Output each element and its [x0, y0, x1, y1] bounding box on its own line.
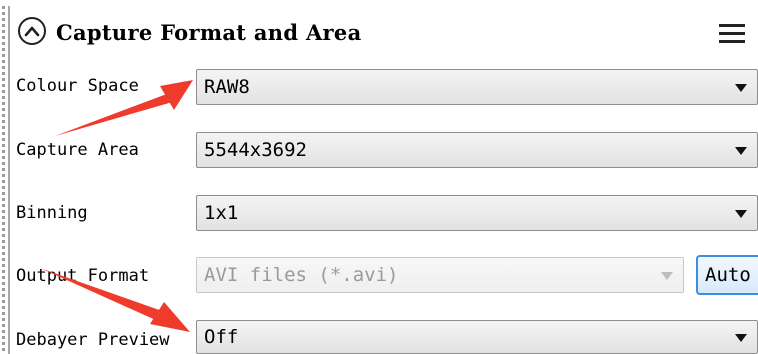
panel-title: Capture Format and Area: [56, 20, 362, 45]
capture-area-label: Capture Area: [16, 140, 139, 160]
debayer-preview-label: Debayer Preview: [16, 330, 170, 350]
dropdown-arrow-icon: [735, 147, 747, 155]
dropdown-arrow-icon: [661, 272, 673, 280]
chevron-up-icon[interactable]: [18, 17, 46, 45]
capture-area-value: 5544x3692: [204, 139, 307, 161]
colour-space-select[interactable]: RAW8: [196, 69, 758, 105]
debayer-preview-select[interactable]: Off: [196, 320, 758, 354]
binning-label: Binning: [16, 203, 88, 223]
capture-area-select[interactable]: 5544x3692: [196, 132, 758, 168]
binning-value: 1x1: [204, 202, 239, 224]
colour-space-label: Colour Space: [16, 76, 139, 96]
panel-left-border: [2, 6, 5, 354]
output-format-label: Output Format: [16, 266, 150, 286]
output-format-select[interactable]: AVI files (*.avi): [196, 257, 684, 293]
output-format-value: AVI files (*.avi): [204, 264, 399, 286]
colour-space-value: RAW8: [204, 76, 250, 98]
dropdown-arrow-icon: [735, 334, 747, 342]
auto-button[interactable]: Auto: [696, 255, 758, 295]
chevron-up-glyph: [24, 26, 40, 37]
panel-left-divider: [8, 6, 10, 354]
binning-select[interactable]: 1x1: [196, 195, 758, 231]
panel-header: Capture Format and Area: [12, 10, 758, 56]
dropdown-arrow-icon: [735, 84, 747, 92]
hamburger-menu-icon[interactable]: [719, 24, 745, 44]
debayer-preview-value: Off: [204, 326, 239, 348]
dropdown-arrow-icon: [735, 210, 747, 218]
